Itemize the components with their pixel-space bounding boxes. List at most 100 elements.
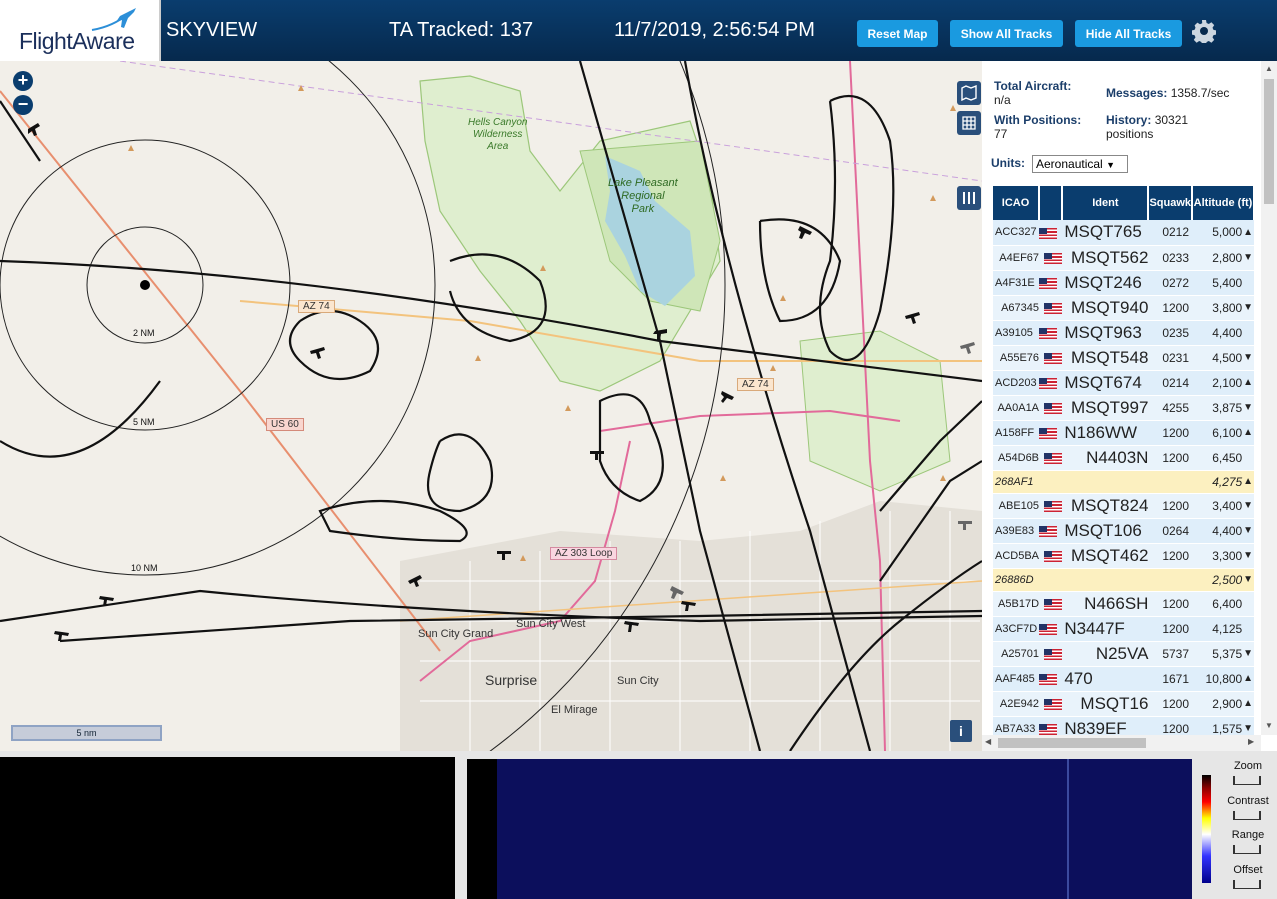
ident-cell: MSQT462 xyxy=(1062,543,1149,569)
history-value: 30321 xyxy=(1154,113,1189,127)
info-button[interactable]: i xyxy=(950,720,972,742)
reset-map-button[interactable]: Reset Map xyxy=(857,20,938,47)
trend-arrow: ▲ xyxy=(1242,220,1254,246)
zoom-slider[interactable] xyxy=(1233,776,1261,785)
altitude-cell: 6,100 xyxy=(1192,420,1243,446)
altitude-cell: 2,500 xyxy=(1192,568,1243,592)
scroll-up-icon[interactable]: ▲ xyxy=(1265,64,1273,73)
flightaware-logo[interactable]: FlightAware xyxy=(0,0,161,61)
table-row[interactable]: A5B17D N466SH 1200 6,400 xyxy=(993,591,1254,617)
us-flag-icon xyxy=(1044,402,1063,414)
trend-arrow: ▲ xyxy=(1242,470,1254,494)
map-layer-icon[interactable] xyxy=(957,81,981,105)
ident-cell: MSQT106 xyxy=(1062,518,1149,544)
altitude-cell: 5,000 xyxy=(1192,220,1243,246)
scroll-down-icon[interactable]: ▼ xyxy=(1265,721,1273,730)
place-line: Regional xyxy=(621,190,665,202)
col-squawk[interactable]: Squawk xyxy=(1148,186,1194,220)
us-flag-icon xyxy=(1044,698,1063,710)
scroll-left-icon[interactable]: ◀ xyxy=(985,737,991,746)
place-line: Park xyxy=(631,203,655,215)
ident-cell: N3447F xyxy=(1062,616,1149,642)
altitude-cell: 3,875 xyxy=(1192,395,1243,421)
ident-cell: MSQT674 xyxy=(1062,370,1149,396)
ident-cell: MSQT963 xyxy=(1062,320,1149,346)
map-view[interactable]: Hells Canyon Wilderness Area Lake Pleasa… xyxy=(0,61,982,751)
icao-cell: A4EF67 xyxy=(993,245,1040,271)
table-row[interactable]: ACD5BA MSQT462 1200 3,300 ▼ xyxy=(993,543,1254,569)
contrast-slider[interactable] xyxy=(1233,811,1261,820)
columns-toggle-icon[interactable] xyxy=(957,186,981,210)
altitude-cell: 6,400 xyxy=(1192,591,1243,617)
table-row[interactable]: A54D6B N4403N 1200 6,450 xyxy=(993,445,1254,471)
table-row[interactable]: ACC327 MSQT765 0212 5,000 ▲ xyxy=(993,220,1254,246)
table-row[interactable]: A67345 MSQT940 1200 3,800 ▼ xyxy=(993,295,1254,321)
icao-cell: A4F31E xyxy=(993,270,1040,296)
table-row[interactable]: A39105 MSQT963 0235 4,400 xyxy=(993,320,1254,346)
table-row[interactable]: A55E76 MSQT548 0231 4,500 ▼ xyxy=(993,345,1254,371)
hide-all-tracks-button[interactable]: Hide All Tracks xyxy=(1075,20,1182,47)
trend-arrow: ▼ xyxy=(1242,295,1254,321)
grid-layer-icon[interactable] xyxy=(957,111,981,135)
scroll-thumb[interactable] xyxy=(1264,79,1274,204)
scroll-thumb[interactable] xyxy=(998,738,1146,748)
table-row[interactable]: A4F31E MSQT246 0272 5,400 xyxy=(993,270,1254,296)
icao-cell: 26886D xyxy=(993,568,1040,592)
zoom-out-button[interactable]: − xyxy=(13,95,33,115)
table-row[interactable]: ABE105 MSQT824 1200 3,400 ▼ xyxy=(993,493,1254,519)
table-row[interactable]: A39E83 MSQT106 0264 4,400 ▼ xyxy=(993,518,1254,544)
squawk-cell: 1200 xyxy=(1148,591,1193,617)
squawk-cell: 0233 xyxy=(1148,245,1193,271)
place-line: Lake Pleasant xyxy=(608,177,678,189)
squawk-cell xyxy=(1148,470,1193,494)
zoom-in-button[interactable]: + xyxy=(13,71,33,91)
altitude-cell: 4,125 xyxy=(1192,616,1243,642)
flag-cell xyxy=(1039,568,1063,592)
with-positions-value: 77 xyxy=(994,127,1008,141)
icao-cell: AAF485 xyxy=(993,666,1040,692)
icao-cell: A158FF xyxy=(993,420,1040,446)
col-ident[interactable]: Ident xyxy=(1062,186,1150,220)
altitude-cell: 2,100 xyxy=(1192,370,1243,396)
horizontal-scrollbar[interactable]: ◀ ▶ xyxy=(982,735,1261,751)
contrast-label: Contrast xyxy=(1227,795,1269,807)
logo-text: FlightAware xyxy=(19,28,135,54)
icao-cell: ACD5BA xyxy=(993,543,1040,569)
place-sun-city-grand: Sun City Grand xyxy=(418,628,494,640)
vertical-scrollbar[interactable]: ▲ ▼ xyxy=(1261,61,1277,735)
icao-cell: A54D6B xyxy=(993,445,1040,471)
icao-cell: A55E76 xyxy=(993,345,1040,371)
range-label-2nm: 2 NM xyxy=(133,328,155,338)
total-aircraft: Total Aircraft: n/a xyxy=(994,79,1071,107)
table-row[interactable]: 26886D 2,500 ▼ xyxy=(993,568,1254,592)
altitude-cell: 4,275 xyxy=(1192,470,1243,494)
icao-cell: 268AF1 xyxy=(993,470,1040,494)
tracked-count: TA Tracked: 137 xyxy=(389,19,534,41)
col-icao[interactable]: ICAO xyxy=(993,186,1041,220)
road-shield-az74: AZ 74 xyxy=(298,300,335,313)
units-select[interactable]: Aeronautical ▼ xyxy=(1032,155,1128,173)
ident-cell: MSQT16 xyxy=(1062,691,1149,717)
table-row[interactable]: A2E942 MSQT16 1200 2,900 ▲ xyxy=(993,691,1254,717)
show-all-tracks-button[interactable]: Show All Tracks xyxy=(950,20,1063,47)
gear-icon[interactable] xyxy=(1192,19,1216,43)
table-row[interactable]: ACD203 MSQT674 0214 2,100 ▲ xyxy=(993,370,1254,396)
table-row[interactable]: 268AF1 4,275 ▲ xyxy=(993,470,1254,494)
place-sun-city: Sun City xyxy=(617,675,659,687)
table-row[interactable]: AA0A1A MSQT997 4255 3,875 ▼ xyxy=(993,395,1254,421)
offset-slider[interactable] xyxy=(1233,880,1261,889)
icao-cell: A3CF7D xyxy=(993,616,1040,642)
icao-cell: A25701 xyxy=(993,641,1040,667)
waterfall-line xyxy=(1067,759,1069,899)
table-row[interactable]: A4EF67 MSQT562 0233 2,800 ▼ xyxy=(993,245,1254,271)
place-el-mirage: El Mirage xyxy=(551,704,598,716)
table-row[interactable]: AAF485 470 1671 10,800 ▲ xyxy=(993,666,1254,692)
clock: 11/7/2019, 2:56:54 PM xyxy=(614,19,815,41)
scroll-right-icon[interactable]: ▶ xyxy=(1248,737,1254,746)
range-slider[interactable] xyxy=(1233,845,1261,854)
ident-cell: MSQT940 xyxy=(1062,295,1149,321)
table-row[interactable]: A158FF N186WW 1200 6,100 ▲ xyxy=(993,420,1254,446)
col-altitude[interactable]: Altitude (ft) xyxy=(1192,186,1255,220)
table-row[interactable]: A25701 N25VA 5737 5,375 ▼ xyxy=(993,641,1254,667)
table-row[interactable]: A3CF7D N3447F 1200 4,125 xyxy=(993,616,1254,642)
